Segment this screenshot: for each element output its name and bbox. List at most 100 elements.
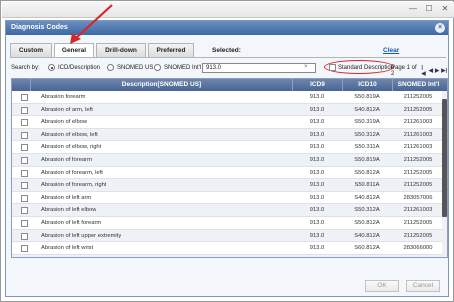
icd10-cell: S50.811A — [354, 182, 380, 189]
cancel-button[interactable]: Cancel — [406, 280, 440, 292]
row-checkbox[interactable] — [21, 219, 28, 227]
row-checkbox[interactable] — [21, 94, 28, 101]
grid-header: Description[SNOMED US] ICD9 ICD10 SNOMED… — [12, 79, 447, 91]
table-row[interactable]: Abrasion of left elbow 913.0 S50.312A 21126… — [12, 204, 447, 217]
icd9-cell: 913.0 — [309, 219, 325, 226]
snomed-cell: 283057006 — [403, 194, 433, 201]
selected-label: Selected: — [212, 47, 241, 54]
snomed-cell: 211252005 — [403, 106, 433, 113]
row-checkbox[interactable] — [21, 245, 28, 253]
radio-snomed-intl[interactable] — [154, 64, 161, 71]
snomed-cell: 211261003 — [403, 119, 433, 126]
row-checkbox[interactable] — [21, 169, 28, 177]
codes-grid: Description[SNOMED US] ICD9 ICD10 SNOMED… — [11, 78, 448, 258]
table-row[interactable]: Abrasion of forearm, left 913.0 S50.812A 21… — [12, 167, 447, 180]
tab-preferred[interactable]: Preferred — [148, 43, 194, 57]
search-input[interactable]: 913.0 — [202, 63, 316, 73]
last-page-icon[interactable]: ▶| — [441, 68, 447, 74]
icd10-cell: S40.812A — [354, 232, 380, 239]
icd10-cell: S50.312A — [354, 207, 380, 214]
description-cell: Abrasion of elbow, left — [41, 131, 98, 138]
snomed-cell: 211252005 — [403, 169, 433, 176]
dialog-close-icon[interactable]: × — [435, 23, 445, 33]
row-checkbox[interactable] — [21, 182, 28, 190]
icd9-cell: 913.0 — [309, 106, 325, 113]
ok-button[interactable]: OK — [365, 280, 399, 292]
scrollbar-thumb[interactable] — [442, 99, 447, 217]
annotation-arrow-icon — [70, 4, 113, 44]
prev-page-icon[interactable]: ◀ — [429, 68, 433, 74]
description-cell: Abrasion of left arm — [41, 194, 92, 201]
table-row[interactable]: Abrasion of left upper extremity 913.0 S40… — [12, 229, 447, 243]
icd9-cell: 913.0 — [309, 207, 325, 214]
radio-snomed-us[interactable] — [107, 64, 114, 71]
standard-description-checkbox[interactable] — [329, 64, 336, 71]
icd9-cell: 913.0 — [309, 131, 325, 138]
table-row[interactable]: Abrasion of left wrist 913.0 S60.812A 28306… — [12, 242, 447, 255]
table-row[interactable]: Abrasion of forearm, right 913.0 S50.811A 2… — [12, 179, 447, 192]
icd10-cell: S50.819A — [354, 94, 380, 100]
icd9-cell: 913.0 — [309, 169, 325, 176]
clear-link[interactable]: Clear — [383, 47, 399, 54]
table-row[interactable]: Abrasion of forearm 913.0 S50.819A 21125200… — [12, 153, 447, 167]
icd10-cell: S50.311A — [342, 255, 392, 257]
icd9-cell: 913.0 — [309, 245, 325, 252]
table-row[interactable]: Abrasion of left arm 913.0 S40.812A 2830570… — [12, 192, 447, 205]
tab-divider — [10, 57, 446, 58]
header-checkbox-cell — [12, 79, 30, 91]
snomed-cell: 211261003 — [403, 131, 433, 138]
description-cell: Abrasion forearm — [41, 94, 86, 100]
table-row[interactable]: Abrasion of arm, left 913.0 S40.812A 211252… — [12, 103, 447, 117]
table-row[interactable]: Abrasion of elbow, left 913.0 S50.312A 2112… — [12, 128, 447, 142]
clear-search-icon[interactable]: × — [304, 64, 308, 70]
icd9-cell: 913.0 — [309, 156, 325, 163]
column-header-description[interactable]: Description[SNOMED US] — [30, 79, 292, 91]
icd9-cell: 913.0 — [309, 232, 325, 239]
description-cell: Abrasion of left elbow — [41, 207, 97, 214]
table-row[interactable]: Abrasion of elbow, right 913.0 S50.311A 211… — [12, 141, 447, 154]
radio-icd-description[interactable] — [48, 64, 55, 71]
column-header-icd10[interactable]: ICD10 — [342, 79, 392, 91]
minimize-icon[interactable]: — — [408, 4, 418, 13]
page-indicator: Page 1 of 2 — [391, 65, 417, 77]
description-cell: Abrasion of forearm, right — [41, 182, 107, 189]
snomed-cell: 211261003 — [403, 144, 433, 151]
icd10-cell: S60.812A — [354, 245, 380, 252]
row-checkbox[interactable] — [21, 232, 28, 240]
row-checkbox[interactable] — [21, 156, 28, 164]
table-row[interactable]: Abrasion of right elbow 913.0S50.311A2112… — [12, 254, 447, 257]
next-page-icon[interactable]: ▶ — [435, 68, 439, 74]
table-row[interactable]: Abrasion of left forearm 913.0 S50.812A 211… — [12, 217, 447, 230]
snomed-cell: 211252005 — [403, 219, 433, 226]
column-header-snomed-intl[interactable]: SNOMED Int'l — [392, 79, 444, 91]
icd9-cell: 913.0 — [309, 144, 325, 151]
description-cell: Abrasion of right elbow — [41, 255, 100, 257]
grid-scrollbar[interactable] — [442, 91, 447, 257]
row-checkbox[interactable] — [21, 131, 28, 139]
column-header-icd9[interactable]: ICD9 — [292, 79, 342, 91]
icd10-cell: S50.319A — [354, 119, 380, 126]
description-cell: Abrasion of elbow — [41, 119, 88, 126]
close-icon[interactable]: ✕ — [440, 4, 450, 13]
table-row[interactable]: Abrasion of elbow 913.0 S50.319A 211261003 — [12, 116, 447, 129]
description-cell: Abrasion of left forearm — [41, 219, 102, 226]
description-cell: Abrasion of left upper extremity — [41, 232, 122, 239]
window-controls: — ☐ ✕ — [408, 4, 450, 13]
row-checkbox[interactable] — [21, 194, 28, 202]
maximize-icon[interactable]: ☐ — [424, 4, 434, 13]
row-checkbox[interactable] — [21, 119, 28, 127]
icd9-cell: 913.0 — [309, 119, 325, 126]
dialog-footer: OK Cancel — [10, 277, 446, 295]
row-checkbox[interactable] — [21, 144, 28, 152]
tab-custom[interactable]: Custom — [10, 43, 52, 57]
icd10-cell: S50.812A — [354, 219, 380, 226]
snomed-cell: 211252005 — [403, 232, 433, 239]
icd9-cell: 913.0 — [309, 182, 325, 189]
table-row[interactable]: Abrasion forearm 913.0 S50.819A 211252005 — [12, 91, 447, 104]
snomed-cell: 211252005 — [403, 182, 433, 189]
first-page-icon[interactable]: |◀ — [421, 65, 426, 77]
row-checkbox[interactable] — [21, 106, 28, 114]
row-checkbox[interactable] — [21, 207, 28, 215]
radio-snomed-intl-label: SNOMED Int'l — [164, 65, 202, 71]
snomed-cell: 211252005 — [403, 94, 433, 100]
